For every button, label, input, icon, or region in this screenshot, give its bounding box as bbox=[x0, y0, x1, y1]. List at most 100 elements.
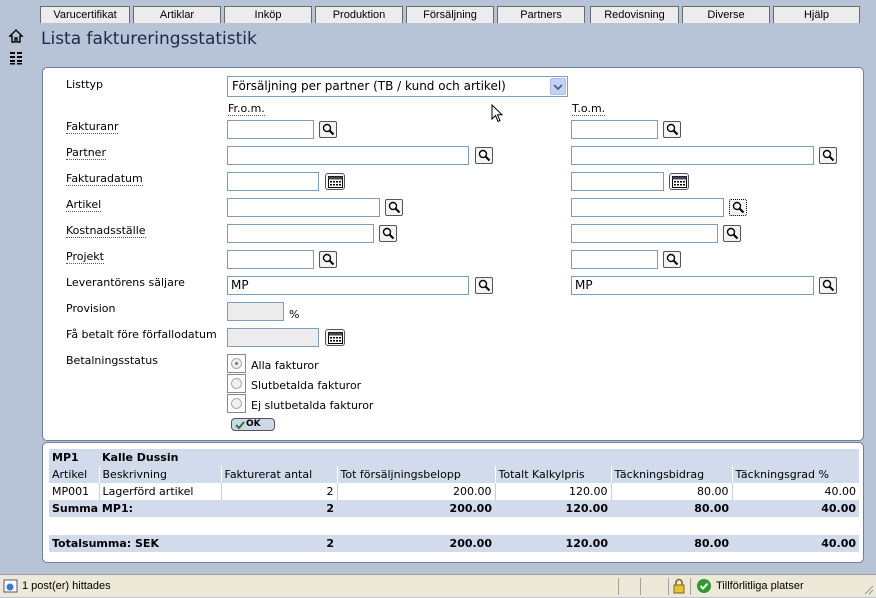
kostnadsstalle-from-search-button[interactable] bbox=[379, 225, 397, 242]
provision-input[interactable] bbox=[227, 302, 284, 321]
table-cell: Lagerförd artikel bbox=[98, 483, 221, 500]
fakturadatum-to-input[interactable] bbox=[571, 172, 664, 191]
mouse-cursor-icon bbox=[491, 103, 505, 127]
browser-status-bar: 1 post(er) hittades Tillförlitliga plats… bbox=[0, 574, 876, 597]
list-icon[interactable] bbox=[8, 50, 24, 66]
column-header: Tot försäljningsbelopp bbox=[336, 466, 495, 483]
summa-cell: 40.00 bbox=[732, 500, 859, 517]
tab-produktion[interactable]: Produktion bbox=[315, 6, 403, 23]
table-cell: 40.00 bbox=[731, 483, 859, 500]
radio-label-ej-slutbetalda: Ej slutbetalda fakturor bbox=[251, 399, 374, 412]
tab-varucertifikat[interactable]: Varucertifikat bbox=[40, 6, 130, 23]
radio-ej-slutbetalda[interactable] bbox=[227, 394, 246, 413]
saljare-from-input[interactable]: MP bbox=[227, 276, 469, 295]
summa-label: Summa MP1: bbox=[49, 500, 221, 517]
artikel-from-search-button[interactable] bbox=[385, 199, 403, 216]
radio-dot bbox=[231, 398, 242, 409]
zone-text: Tillförlitliga platser bbox=[716, 580, 804, 592]
search-icon bbox=[666, 253, 679, 266]
fakturanr-label: Fakturanr bbox=[66, 120, 119, 134]
kostnadsstalle-to-search-button[interactable] bbox=[723, 225, 741, 242]
partner-from-search-button[interactable] bbox=[475, 147, 493, 164]
ok-button[interactable]: OK bbox=[231, 418, 275, 431]
partner-from-input[interactable] bbox=[227, 146, 469, 165]
total-label: Totalsumma: SEK bbox=[49, 535, 221, 552]
fakturadatum-label: Fakturadatum bbox=[66, 172, 143, 186]
provision-label: Provision bbox=[66, 302, 116, 315]
saljare-from-search-button[interactable] bbox=[475, 277, 493, 294]
betalt-date-input[interactable] bbox=[227, 328, 319, 347]
home-icon[interactable] bbox=[8, 28, 24, 44]
saljare-to-input[interactable]: MP bbox=[571, 276, 814, 295]
tab-inkop[interactable]: Inköp bbox=[224, 6, 312, 23]
summa-cell: 2 bbox=[221, 500, 337, 517]
search-icon bbox=[726, 227, 739, 240]
calendar-icon bbox=[328, 332, 343, 344]
spacer-row bbox=[49, 517, 859, 535]
fakturanr-to-input[interactable] bbox=[571, 120, 658, 139]
resize-grip-icon[interactable] bbox=[862, 583, 874, 598]
search-icon bbox=[666, 123, 679, 136]
tab-diverse[interactable]: Diverse bbox=[682, 6, 770, 23]
tab-hjalp[interactable]: Hjälp bbox=[773, 6, 860, 23]
kostnadsstalle-from-input[interactable] bbox=[227, 224, 374, 243]
listtyp-select[interactable]: Försäljning per partner (TB / kund och a… bbox=[227, 76, 568, 97]
projekt-from-search-button[interactable] bbox=[319, 251, 337, 268]
checkmark-icon bbox=[235, 421, 245, 429]
tab-artiklar[interactable]: Artiklar bbox=[133, 6, 221, 23]
table-cell: 2 bbox=[220, 483, 337, 500]
fakturanr-to-search-button[interactable] bbox=[663, 121, 681, 138]
page-done-icon bbox=[3, 578, 19, 597]
tab-partners[interactable]: Partners bbox=[497, 6, 585, 23]
radio-slutbetalda[interactable] bbox=[227, 374, 246, 393]
search-icon bbox=[822, 149, 835, 162]
summa-row: Summa MP1: 2 200.00 120.00 80.00 40.00 bbox=[49, 500, 859, 517]
fakturadatum-from-input[interactable] bbox=[227, 172, 319, 191]
column-header: Täckningsbidrag bbox=[610, 466, 732, 483]
search-icon bbox=[382, 227, 395, 240]
summa-cell: 200.00 bbox=[337, 500, 495, 517]
artikel-label: Artikel bbox=[66, 198, 102, 212]
lock-icon bbox=[672, 578, 686, 597]
partner-to-search-button[interactable] bbox=[819, 147, 837, 164]
page-title: Lista faktureringsstatistik bbox=[41, 29, 257, 49]
betalningsstatus-label: Betalningsstatus bbox=[66, 354, 158, 367]
from-header: Fr.o.m. bbox=[228, 102, 265, 116]
projekt-to-input[interactable] bbox=[571, 250, 658, 269]
artikel-to-search-button[interactable] bbox=[729, 199, 747, 216]
betalt-label: Få betalt före förfallodatum bbox=[66, 328, 217, 341]
partner-to-input[interactable] bbox=[571, 146, 814, 165]
betalt-calendar-button[interactable] bbox=[325, 329, 345, 346]
projekt-to-search-button[interactable] bbox=[663, 251, 681, 268]
total-cell: 80.00 bbox=[611, 535, 732, 552]
fakturadatum-from-calendar-button[interactable] bbox=[325, 173, 345, 190]
artikel-from-input[interactable] bbox=[227, 198, 380, 217]
search-icon bbox=[478, 279, 491, 292]
ok-label: OK bbox=[246, 419, 261, 429]
table-cell: MP001 bbox=[49, 483, 99, 500]
projekt-from-input[interactable] bbox=[227, 250, 314, 269]
column-header: Artikel bbox=[49, 466, 99, 483]
to-header: T.o.m. bbox=[572, 102, 606, 116]
artikel-to-input[interactable] bbox=[571, 198, 724, 217]
total-cell: 2 bbox=[221, 535, 337, 552]
saljare-to-search-button[interactable] bbox=[819, 277, 837, 294]
table-row[interactable]: MP001 Lagerförd artikel 2 200.00 120.00 … bbox=[49, 483, 859, 500]
fakturanr-from-input[interactable] bbox=[227, 120, 314, 139]
search-icon bbox=[732, 201, 745, 214]
search-icon bbox=[388, 201, 401, 214]
column-header: Totalt Kalkylpris bbox=[494, 466, 611, 483]
radio-dot bbox=[231, 378, 242, 389]
tab-forsaljning[interactable]: Försäljning bbox=[406, 6, 494, 23]
fakturanr-from-search-button[interactable] bbox=[319, 121, 337, 138]
radio-alla-fakturor[interactable] bbox=[227, 354, 246, 373]
kostnadsstalle-to-input[interactable] bbox=[571, 224, 718, 243]
column-header: Fakturerat antal bbox=[220, 466, 337, 483]
group-header-row: MP1 Kalle Dussin bbox=[49, 449, 859, 466]
group-code: MP1 bbox=[49, 449, 99, 466]
tab-redovisning[interactable]: Redovisning bbox=[590, 6, 679, 23]
results-panel: MP1 Kalle Dussin Artikel Beskrivning Fak… bbox=[42, 442, 864, 563]
fakturadatum-to-calendar-button[interactable] bbox=[669, 173, 689, 190]
chevron-down-icon[interactable] bbox=[550, 78, 566, 95]
group-name: Kalle Dussin bbox=[99, 449, 859, 466]
